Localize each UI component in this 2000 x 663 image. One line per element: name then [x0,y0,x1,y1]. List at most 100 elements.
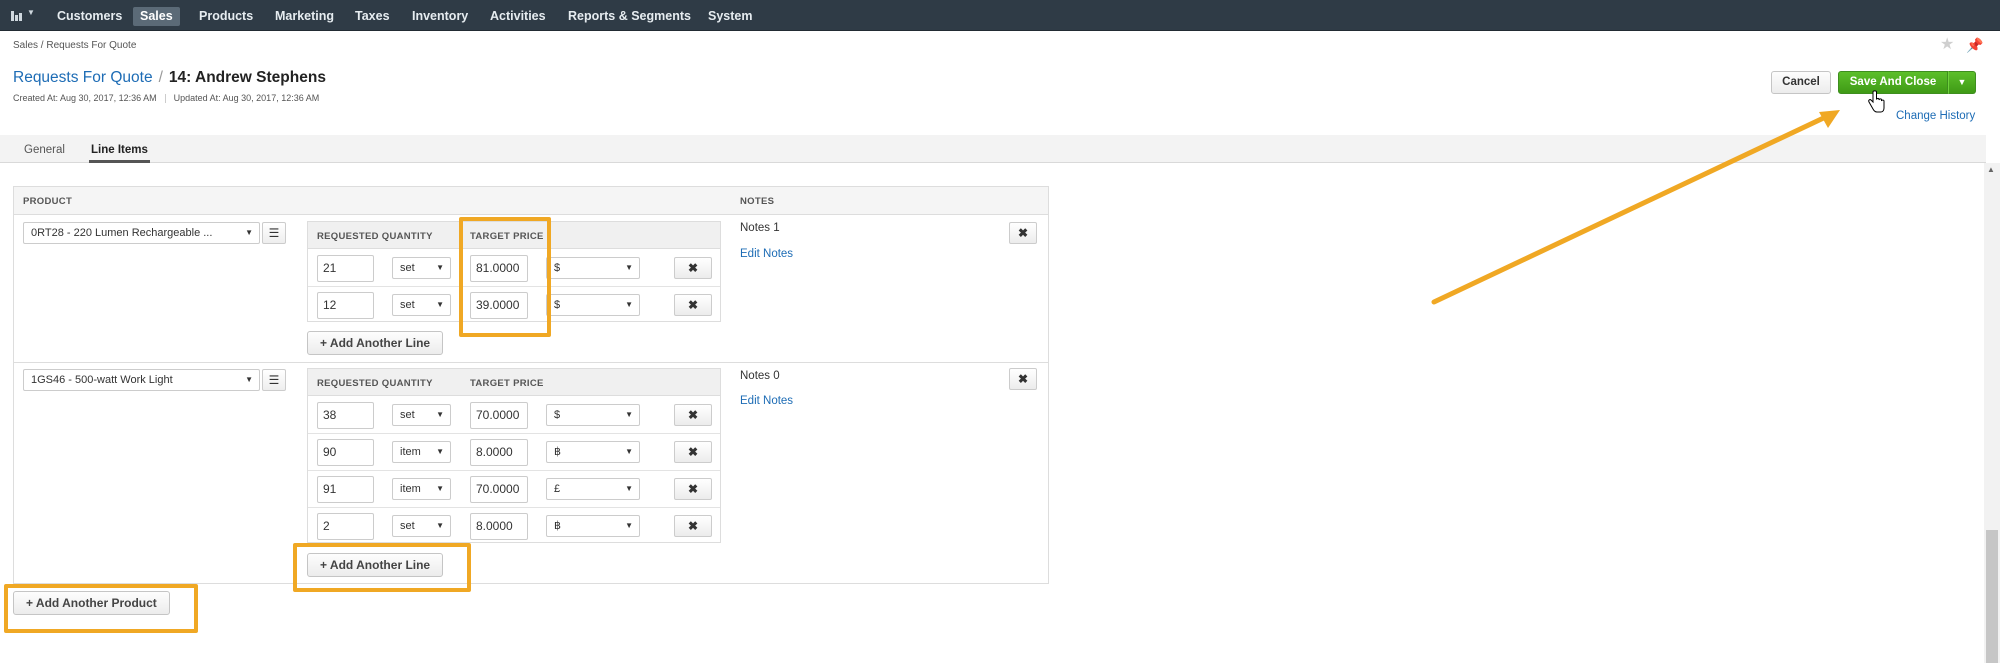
remove-product-button[interactable]: ✖ [1009,222,1037,244]
product-select[interactable]: 0RT28 - 220 Lumen Rechargeable ... ▼ [23,222,260,244]
requested-line-row: 2 set ▼ 8.0000 ฿ ▼ ✖ [308,508,720,545]
nav-products[interactable]: Products [192,7,260,26]
product-select[interactable]: 1GS46 - 500-watt Work Light ▼ [23,369,260,391]
nav-activities[interactable]: Activities [483,7,553,26]
target-price-input[interactable]: 81.0000 [470,255,528,282]
chevron-down-icon: ▼ [436,521,444,530]
target-price-input[interactable]: 8.0000 [470,439,528,466]
chevron-down-icon: ▼ [1957,77,1967,87]
quantity-input[interactable]: 91 [317,476,374,503]
remove-line-button[interactable]: ✖ [674,257,712,279]
chevron-down-icon: ▼ [625,447,633,456]
hamburger-icon: ☰ [268,226,280,240]
chevron-down-icon: ▼ [625,484,633,493]
nav-sales[interactable]: Sales [133,7,180,26]
change-history-link[interactable]: Change History [1896,110,1975,122]
unit-select[interactable]: item ▼ [392,441,451,463]
nav-customers[interactable]: Customers [50,7,129,26]
chevron-down-icon: ▼ [245,375,253,384]
currency-select[interactable]: $ ▼ [546,404,640,426]
remove-line-button[interactable]: ✖ [674,515,712,537]
remove-line-button[interactable]: ✖ [674,441,712,463]
hand-cursor-icon [1868,90,1885,113]
close-icon: ✖ [1017,372,1029,386]
save-options-dropdown[interactable]: ▼ [1948,71,1976,94]
unit-select[interactable]: set ▼ [392,515,451,537]
pin-icon[interactable]: 📌 [1966,37,1983,53]
product-menu-button[interactable]: ☰ [262,369,286,391]
close-icon: ✖ [687,482,699,496]
requested-lines-table: REQUESTED QUANTITY TARGET PRICE 21 set ▼ … [307,221,721,322]
chevron-down-icon: ▼ [436,410,444,419]
quantity-input[interactable]: 21 [317,255,374,282]
currency-select[interactable]: $ ▼ [546,294,640,316]
breadcrumb[interactable]: Sales / Requests For Quote [13,40,136,51]
row-divider [14,362,1048,363]
record-title: 14: Andrew Stephens [168,69,326,86]
target-price-header: TARGET PRICE [470,231,544,242]
quantity-input[interactable]: 38 [317,402,374,429]
currency-value: ฿ [554,446,561,458]
nav-marketing[interactable]: Marketing [268,7,341,26]
line-items-panel: PRODUCT NOTES 0RT28 - 220 Lumen Recharge… [13,186,1049,584]
nav-taxes[interactable]: Taxes [348,7,397,26]
target-price-input[interactable]: 8.0000 [470,513,528,540]
unit-select[interactable]: set ▼ [392,294,451,316]
add-another-line-button[interactable]: + Add Another Line [307,331,444,355]
line-items-header: PRODUCT NOTES [14,187,1048,215]
quantity-input[interactable]: 90 [317,439,374,466]
cancel-button[interactable]: Cancel [1771,71,1831,94]
nav-inventory[interactable]: Inventory [405,7,475,26]
unit-value: item [400,483,421,495]
tab-general[interactable]: General [22,141,67,163]
tab-line-items[interactable]: Line Items [89,141,150,163]
unit-value: item [400,446,421,458]
save-and-close-button[interactable]: Save And Close [1838,71,1948,94]
quantity-input[interactable]: 2 [317,513,374,540]
currency-select[interactable]: $ ▼ [546,257,640,279]
requested-quantity-header: REQUESTED QUANTITY [317,378,433,389]
target-price-input[interactable]: 70.0000 [470,476,528,503]
chevron-down-icon: ▼ [245,228,253,237]
quantity-input[interactable]: 12 [317,292,374,319]
updated-at: Updated At: Aug 30, 2017, 12:36 AM [173,93,320,103]
chevron-down-icon: ▼ [625,521,633,530]
dashboard-menu[interactable]: ▼ [8,8,36,24]
star-icon[interactable]: ★ [1940,37,1956,53]
target-price-input[interactable]: 39.0000 [470,292,528,319]
requested-lines-header: REQUESTED QUANTITY TARGET PRICE [308,222,720,249]
close-icon: ✖ [687,261,699,275]
title-separator: / [158,69,163,86]
add-another-product-button[interactable]: + Add Another Product [13,591,170,615]
scroll-up-icon[interactable]: ▲ [1987,165,1995,174]
unit-select[interactable]: set ▼ [392,404,451,426]
product-menu-button[interactable]: ☰ [262,222,286,244]
edit-notes-link[interactable]: Edit Notes [740,395,793,407]
target-price-input[interactable]: 70.0000 [470,402,528,429]
remove-line-button[interactable]: ✖ [674,404,712,426]
currency-value: £ [554,483,561,495]
product-column-header: PRODUCT [23,196,73,207]
currency-select[interactable]: £ ▼ [546,478,640,500]
bar-chart-icon [11,11,24,21]
unit-select[interactable]: set ▼ [392,257,451,279]
chevron-down-icon: ▼ [27,8,35,17]
currency-select[interactable]: ฿ ▼ [546,441,640,463]
remove-product-button[interactable]: ✖ [1009,368,1037,390]
nav-system[interactable]: System [701,7,759,26]
edit-notes-link[interactable]: Edit Notes [740,248,793,260]
scrollbar-thumb[interactable] [1986,530,1998,663]
currency-select[interactable]: ฿ ▼ [546,515,640,537]
hamburger-icon: ☰ [268,373,280,387]
nav-reports-segments[interactable]: Reports & Segments [561,7,698,26]
add-another-line-button[interactable]: + Add Another Line [307,553,444,577]
requested-line-row: 90 item ▼ 8.0000 ฿ ▼ ✖ [308,434,720,471]
unit-select[interactable]: item ▼ [392,478,451,500]
remove-line-button[interactable]: ✖ [674,478,712,500]
currency-value: $ [554,409,561,421]
remove-line-button[interactable]: ✖ [674,294,712,316]
close-icon: ✖ [687,298,699,312]
chevron-down-icon: ▼ [436,263,444,272]
requests-for-quote-link[interactable]: Requests For Quote [13,69,153,86]
notes-column-header: NOTES [740,196,775,207]
